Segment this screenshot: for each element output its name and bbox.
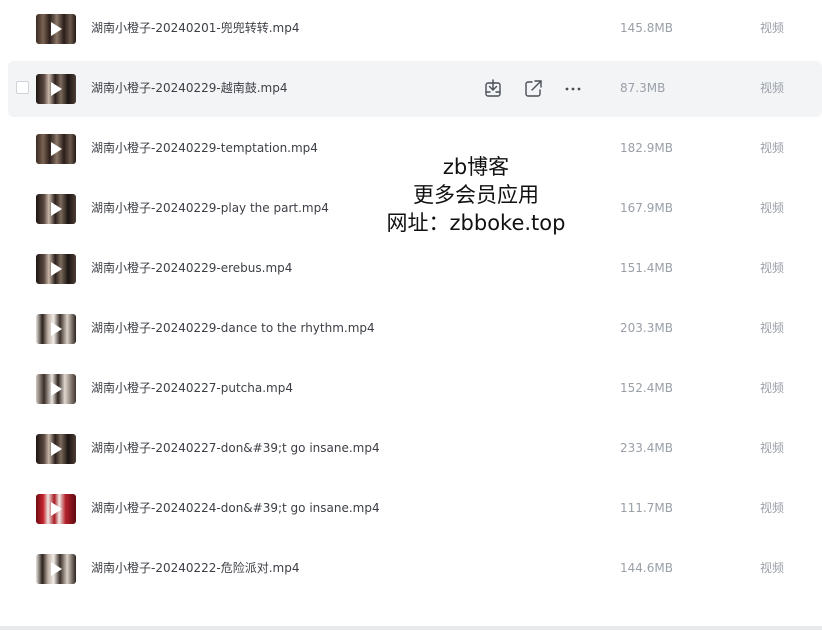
file-name[interactable]: 湖南小橙子-20240229-dance to the rhythm.mp4 — [91, 320, 375, 336]
download-icon[interactable] — [481, 77, 505, 101]
play-icon — [51, 562, 62, 576]
file-size: 144.6MB — [620, 561, 673, 575]
file-name[interactable]: 湖南小橙子-20240229-play the part.mp4 — [91, 200, 329, 216]
video-thumbnail[interactable] — [36, 494, 76, 524]
file-type: 视频 — [760, 441, 785, 455]
file-size: 87.3MB — [620, 81, 666, 95]
watermark: zb博客 更多会员应用 网址：zbboke.top — [370, 153, 582, 237]
play-icon — [51, 262, 62, 276]
file-row[interactable]: 湖南小橙子-20240229-dance to the rhythm.mp4 20… — [8, 301, 822, 357]
file-size: 203.3MB — [620, 321, 673, 335]
file-type: 视频 — [760, 141, 785, 155]
share-icon[interactable] — [521, 77, 545, 101]
file-size: 167.9MB — [620, 201, 673, 215]
play-icon — [51, 322, 62, 336]
file-name[interactable]: 湖南小橙子-20240229-越南鼓.mp4 — [91, 80, 288, 96]
file-size: 182.9MB — [620, 141, 673, 155]
more-icon[interactable] — [561, 77, 585, 101]
play-icon — [51, 202, 62, 216]
file-size: 152.4MB — [620, 381, 673, 395]
file-name[interactable]: 湖南小橙子-20240201-兜兜转转.mp4 — [91, 20, 300, 36]
play-icon — [51, 22, 62, 36]
file-name[interactable]: 湖南小橙子-20240229-erebus.mp4 — [91, 260, 292, 276]
file-row[interactable]: 湖南小橙子-20240227-don&#39;t go insane.mp4 23… — [8, 421, 822, 477]
play-icon — [51, 142, 62, 156]
file-size: 111.7MB — [620, 501, 673, 515]
play-icon — [51, 442, 62, 456]
file-row[interactable]: 湖南小橙子-20240227-putcha.mp4 152.4MB 视频 — [8, 361, 822, 417]
play-icon — [51, 82, 62, 96]
video-thumbnail[interactable] — [36, 434, 76, 464]
video-thumbnail[interactable] — [36, 254, 76, 284]
file-type: 视频 — [760, 381, 785, 395]
play-icon — [51, 502, 62, 516]
video-thumbnail[interactable] — [36, 14, 76, 44]
video-thumbnail[interactable] — [36, 554, 76, 584]
file-size: 151.4MB — [620, 261, 673, 275]
file-name[interactable]: 湖南小橙子-20240222-危险派对.mp4 — [91, 560, 300, 576]
video-thumbnail[interactable] — [36, 314, 76, 344]
horizontal-scrollbar[interactable] — [0, 626, 822, 630]
row-checkbox[interactable] — [16, 81, 29, 94]
file-type: 视频 — [760, 321, 785, 335]
video-thumbnail[interactable] — [36, 194, 76, 224]
file-name[interactable]: 湖南小橙子-20240227-don&#39;t go insane.mp4 — [91, 440, 380, 456]
file-row[interactable]: 湖南小橙子-20240229-erebus.mp4 151.4MB 视频 — [8, 241, 822, 297]
file-type: 视频 — [760, 561, 785, 575]
file-row[interactable]: 湖南小橙子-20240229-越南鼓.mp4 87.3MB 视频 — [8, 61, 822, 117]
video-thumbnail[interactable] — [36, 374, 76, 404]
watermark-line-1: zb博客 — [442, 155, 510, 179]
file-size: 233.4MB — [620, 441, 673, 455]
file-type: 视频 — [760, 81, 785, 95]
file-name[interactable]: 湖南小橙子-20240227-putcha.mp4 — [91, 380, 293, 396]
video-thumbnail[interactable] — [36, 74, 76, 104]
file-name[interactable]: 湖南小橙子-20240229-temptation.mp4 — [91, 140, 318, 156]
file-type: 视频 — [760, 501, 785, 515]
video-thumbnail[interactable] — [36, 134, 76, 164]
file-name[interactable]: 湖南小橙子-20240224-don&#39;t go insane.mp4 — [91, 500, 380, 516]
file-size: 145.8MB — [620, 21, 673, 35]
watermark-line-3: 网址：zbboke.top — [386, 211, 566, 235]
file-row[interactable]: 湖南小橙子-20240224-don&#39;t go insane.mp4 11… — [8, 481, 822, 537]
watermark-line-2: 更多会员应用 — [413, 183, 539, 207]
file-row[interactable]: 湖南小橙子-20240201-兜兜转转.mp4 145.8MB 视频 — [8, 1, 822, 57]
file-list: 湖南小橙子-20240201-兜兜转转.mp4 145.8MB 视频 湖南小橙子-20… — [0, 0, 822, 630]
file-row[interactable]: 湖南小橙子-20240222-危险派对.mp4 144.6MB 视频 — [8, 541, 822, 597]
play-icon — [51, 382, 62, 396]
file-type: 视频 — [760, 21, 785, 35]
file-type: 视频 — [760, 201, 785, 215]
file-type: 视频 — [760, 261, 785, 275]
